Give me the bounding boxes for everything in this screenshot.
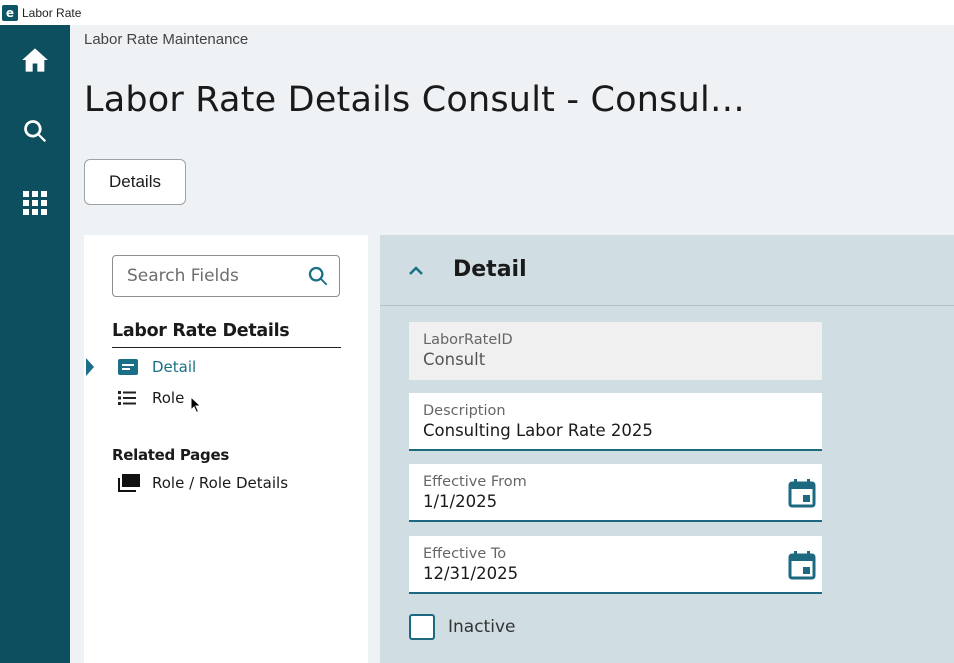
field-value: Consult — [423, 350, 486, 369]
window-titlebar: e Labor Rate — [0, 0, 954, 25]
breadcrumb[interactable]: Labor Rate Maintenance — [84, 31, 248, 48]
chevron-up-icon[interactable] — [406, 261, 426, 281]
section-title: Labor Rate Details — [112, 321, 341, 348]
mouse-cursor-icon — [190, 396, 202, 414]
detail-panel: Detail LaborRateID Consult Description C… — [380, 235, 954, 663]
related-item-role-details[interactable]: Role / Role Details — [118, 471, 288, 495]
app-logo-icon: e — [2, 4, 18, 21]
search-icon — [24, 120, 47, 143]
inactive-label[interactable]: Inactive — [448, 617, 515, 637]
nav-rail — [0, 25, 70, 663]
nav-item-label: Detail — [152, 358, 197, 376]
inactive-row[interactable]: Inactive — [409, 614, 515, 640]
related-item-label: Role / Role Details — [152, 474, 289, 492]
field-label: Description — [423, 403, 506, 419]
pages-icon — [118, 474, 140, 492]
related-pages-title: Related Pages — [112, 446, 229, 464]
field-value[interactable]: 12/31/2025 — [423, 564, 808, 583]
calendar-icon[interactable] — [788, 478, 816, 508]
field-value[interactable]: Consulting Labor Rate 2025 — [423, 421, 808, 440]
field-label: Effective To — [423, 546, 507, 562]
details-button[interactable]: Details — [84, 159, 186, 205]
detail-header[interactable]: Detail — [380, 235, 954, 306]
window-title: Labor Rate — [22, 5, 82, 20]
description-field[interactable]: Description Consulting Labor Rate 2025 — [409, 393, 822, 451]
page-title: Labor Rate Details Consult - Consul… — [84, 80, 746, 120]
nav-item-role[interactable]: Role — [118, 386, 184, 410]
field-navigator-panel: Labor Rate Details Detail Role Related P… — [84, 235, 368, 663]
inactive-checkbox[interactable] — [409, 614, 435, 640]
active-indicator — [86, 358, 94, 376]
search-fields-box[interactable] — [112, 255, 340, 297]
field-label: LaborRateID — [423, 332, 513, 348]
nav-item-label: Role — [152, 389, 185, 407]
home-button[interactable] — [0, 30, 70, 90]
home-icon — [22, 48, 48, 72]
field-label: Effective From — [423, 474, 527, 490]
apps-button[interactable] — [0, 173, 70, 233]
labor-rate-id-field: LaborRateID Consult — [409, 322, 822, 380]
detail-title: Detail — [453, 257, 527, 282]
list-icon — [118, 390, 140, 406]
field-value[interactable]: 1/1/2025 — [423, 492, 808, 511]
card-icon — [118, 359, 140, 375]
nav-item-detail[interactable]: Detail — [118, 355, 196, 379]
search-fields-input[interactable] — [127, 266, 297, 286]
effective-to-field[interactable]: Effective To 12/31/2025 — [409, 536, 822, 594]
search-nav-button[interactable] — [0, 101, 70, 161]
apps-grid-icon — [23, 191, 47, 215]
effective-from-field[interactable]: Effective From 1/1/2025 — [409, 464, 822, 522]
search-icon[interactable] — [307, 265, 329, 287]
calendar-icon[interactable] — [788, 550, 816, 580]
